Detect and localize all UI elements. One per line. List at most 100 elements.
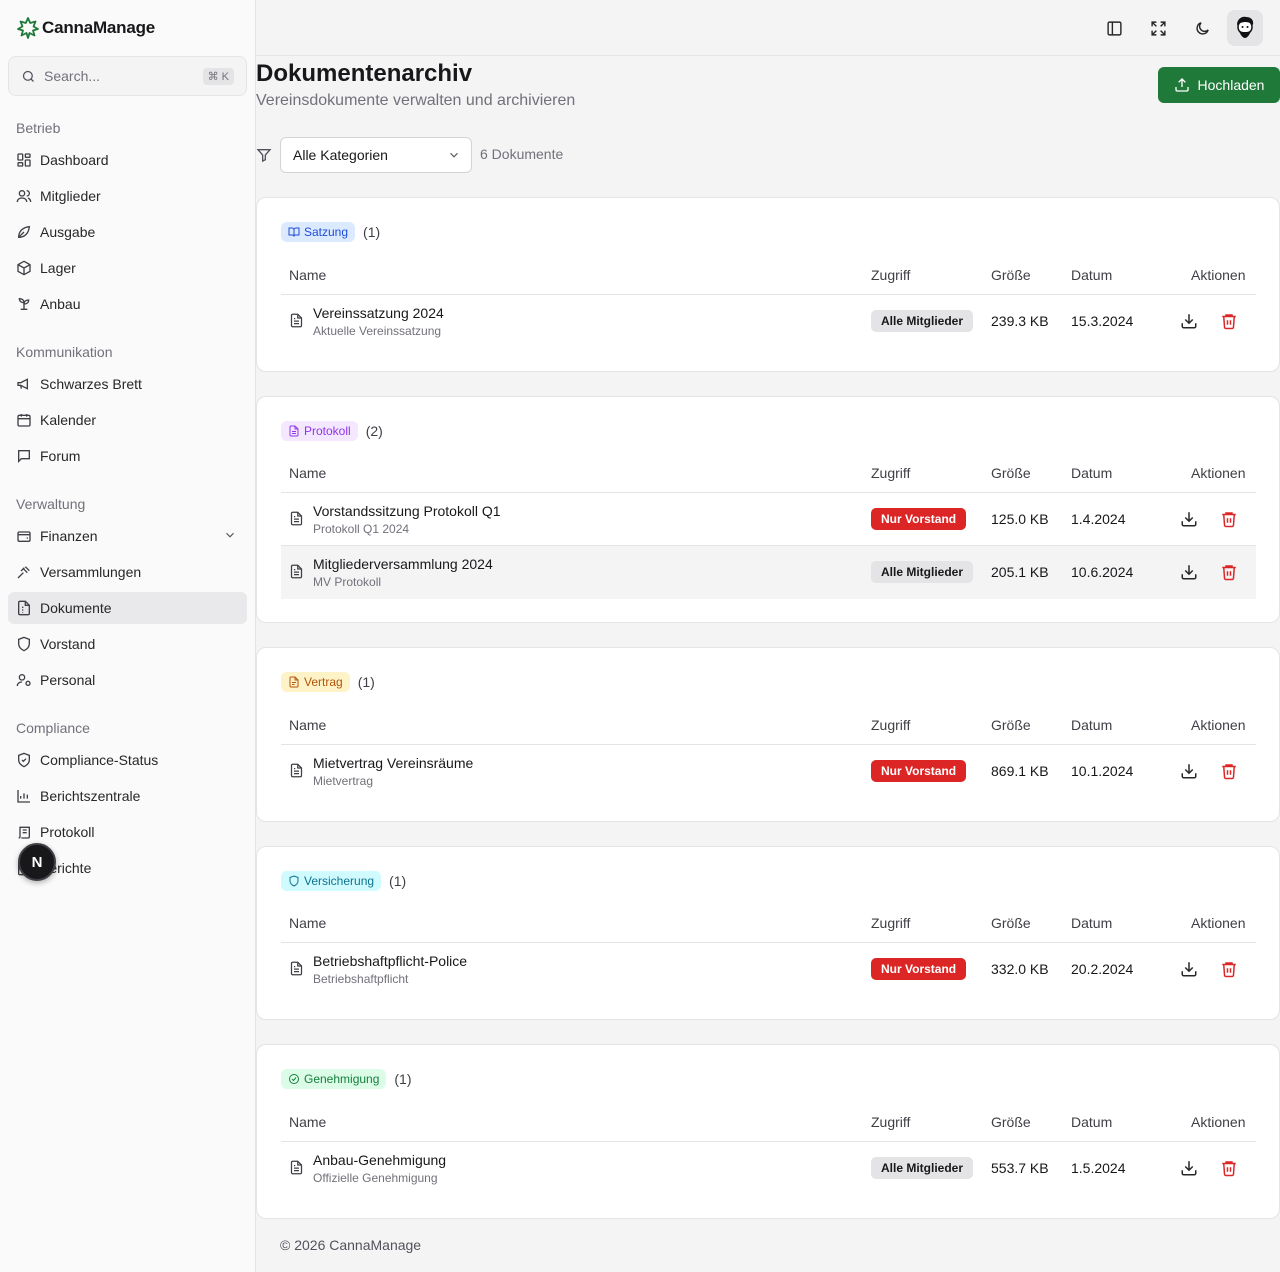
sidebar-item-label: Kalender [40, 412, 97, 428]
access-badge: Nur Vorstand [871, 508, 967, 530]
category-count: (1) [357, 674, 375, 690]
document-name: Mitgliederversammlung 2024 [313, 556, 493, 572]
sidebar-item-label: Personal [40, 672, 96, 688]
document-date: 1.4.2024 [1071, 511, 1126, 527]
sidebar-item-personal[interactable]: Personal [8, 664, 247, 696]
megaphone-icon [17, 378, 28, 390]
col-date: Datum [1071, 465, 1113, 481]
calendar-icon [17, 414, 31, 427]
group-label-betrieb: Betrieb [16, 120, 61, 136]
col-actions: Aktionen [1191, 267, 1246, 283]
sidebar-item-label: Anbau [40, 296, 81, 312]
document-description: Mietvertrag [313, 774, 374, 788]
document-description: Betriebshaftpflicht [313, 972, 409, 986]
book-open-icon [288, 227, 300, 237]
sidebar-item-label: Ausgabe [40, 224, 96, 240]
document-date: 10.1.2024 [1071, 763, 1134, 779]
download-icon[interactable] [1180, 1159, 1198, 1177]
sidebar-item-label: Berichtszentrale [40, 788, 141, 804]
trash-icon[interactable] [1220, 510, 1238, 528]
floating-label: N [31, 853, 43, 871]
page-title: Dokumentenarchiv [256, 60, 473, 87]
table-header: Name Zugriff Größe Datum Aktionen [281, 705, 1256, 745]
document-description: Protokoll Q1 2024 [313, 522, 410, 536]
sidebar-item-lager[interactable]: Lager [8, 252, 247, 284]
trash-icon[interactable] [1220, 563, 1238, 581]
download-icon[interactable] [1180, 510, 1198, 528]
document-name: Vereinssatzung 2024 [313, 305, 444, 321]
sidebar-item-kalender[interactable]: Kalender [8, 404, 247, 436]
table-header: Name Zugriff Größe Datum Aktionen [281, 1102, 1256, 1142]
sidebar-item-label: Dokumente [40, 600, 112, 616]
sidebar-item-label: Mitglieder [40, 188, 101, 204]
document-description: MV Protokoll [313, 575, 382, 589]
col-date: Datum [1071, 717, 1113, 733]
category-count: (1) [389, 873, 407, 889]
sidebar-item-vorstand[interactable]: Vorstand [8, 628, 247, 660]
document-name: Anbau-Genehmigung [313, 1152, 447, 1168]
download-icon[interactable] [1180, 960, 1198, 978]
col-name: Name [289, 267, 327, 283]
sidebar-item-mitglieder[interactable]: Mitglieder [8, 180, 247, 212]
col-size: Größe [991, 465, 1031, 481]
avatar[interactable] [1227, 10, 1263, 46]
toggle-sidebar-button[interactable] [1096, 10, 1132, 46]
trash-icon[interactable] [1220, 960, 1238, 978]
document-date: 10.6.2024 [1071, 564, 1134, 580]
shield-icon [289, 875, 299, 887]
category-card-genehmigung: Genehmigung (1) Name Zugriff Größe Datum… [256, 1044, 1280, 1219]
sidebar-item-dashboard[interactable]: Dashboard [8, 144, 247, 176]
access-badge: Nur Vorstand [871, 958, 967, 980]
table-header: Name Zugriff Größe Datum Aktionen [281, 903, 1256, 943]
category-label: Genehmigung [304, 1072, 380, 1086]
sidebar-item-ausgabe[interactable]: Ausgabe [8, 216, 247, 248]
category-count: (1) [394, 1071, 412, 1087]
upload-button[interactable]: Hochladen [1158, 67, 1280, 103]
document-date: 1.5.2024 [1071, 1160, 1126, 1176]
floating-dev-button[interactable]: N [18, 843, 56, 881]
search-icon [21, 69, 36, 84]
trash-icon[interactable] [1220, 762, 1238, 780]
document-name: Vorstandssitzung Protokoll Q1 [313, 503, 501, 519]
sidebar-item-anbau[interactable]: Anbau [8, 288, 247, 320]
trash-icon[interactable] [1220, 1159, 1238, 1177]
brand[interactable]: CannaManage [16, 16, 155, 40]
sidebar-item-label: Schwarzes Brett [40, 376, 142, 392]
download-icon[interactable] [1180, 762, 1198, 780]
cannabis-leaf-logo-icon [16, 16, 40, 40]
sidebar-item-compliance-status[interactable]: Compliance-Status [8, 744, 247, 776]
sidebar-item-schwarzes-brett[interactable]: Schwarzes Brett [8, 368, 247, 400]
col-actions: Aktionen [1191, 915, 1246, 931]
download-icon[interactable] [1180, 312, 1198, 330]
sidebar-item-berichtszentrale[interactable]: Berichtszentrale [8, 780, 247, 812]
gavel-icon [17, 566, 30, 579]
brand-name: CannaManage [42, 18, 156, 37]
download-icon[interactable] [1180, 563, 1198, 581]
trash-icon[interactable] [1220, 312, 1238, 330]
sidebar-item-finanzen[interactable]: Finanzen [8, 520, 247, 552]
message-square-icon [18, 450, 30, 463]
document-size: 553.7 KB [991, 1160, 1049, 1176]
sidebar-item-protokoll[interactable]: Protokoll [8, 816, 247, 848]
category-card-satzung: Satzung (1) Name Zugriff Größe Datum Akt… [256, 197, 1280, 372]
fullscreen-button[interactable] [1140, 10, 1176, 46]
table-header: Name Zugriff Größe Datum Aktionen [281, 453, 1256, 493]
sidebar-item-dokumente[interactable]: Dokumente [8, 592, 247, 624]
search-input[interactable]: Search... ⌘ K [8, 56, 247, 96]
sidebar-item-versammlungen[interactable]: Versammlungen [8, 556, 247, 588]
category-select[interactable]: Alle Kategorien [280, 137, 472, 173]
file-signature-icon [289, 676, 299, 688]
package-icon [17, 260, 31, 276]
sidebar-item-forum[interactable]: Forum [8, 440, 247, 472]
document-name: Betriebshaftpflicht-Police [313, 953, 468, 969]
document-count: 6 Dokumente [480, 146, 564, 162]
category-label: Protokoll [304, 424, 351, 438]
table-row: Vereinssatzung 2024 Aktuelle Vereinssatz… [281, 295, 1256, 348]
document-size: 332.0 KB [991, 961, 1049, 977]
col-size: Größe [991, 915, 1031, 931]
table-row: Mietvertrag Vereinsräume Mietvertrag Nur… [281, 745, 1256, 798]
col-date: Datum [1071, 267, 1113, 283]
access-badge: Alle Mitglieder [871, 310, 974, 332]
category-card-protokoll: Protokoll (2) Name Zugriff Größe Datum A… [256, 396, 1280, 623]
theme-toggle-button[interactable] [1184, 10, 1220, 46]
